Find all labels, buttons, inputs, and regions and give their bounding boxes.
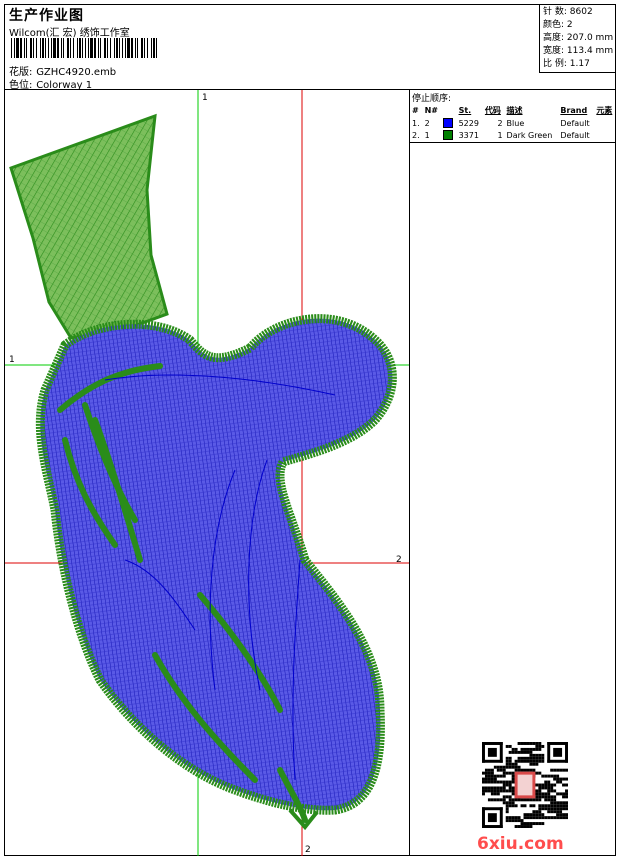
qr-code-icon xyxy=(482,742,568,828)
color-chip-blue xyxy=(443,118,454,128)
col-header-stitches: St. xyxy=(458,106,472,115)
table-row: 1. 2 5229 2 Blue Default xyxy=(410,117,616,129)
studio-subtitle: Wilcom(汇 宏) 绣饰工作室 xyxy=(9,28,130,39)
row-stitches: 5229 xyxy=(458,118,479,128)
panel-divider xyxy=(410,142,616,143)
col-header-n: N# xyxy=(424,106,438,115)
page-title: 生产作业图 xyxy=(9,8,84,24)
row-brand: Default xyxy=(560,118,590,128)
col-header-brand: Brand xyxy=(560,106,588,115)
stats-box: 针 数: 8602 颜色: 2 高度: 207.0 mm 宽度: 113.4 m… xyxy=(539,5,615,73)
col-header-num: # xyxy=(412,106,419,115)
color-chip-cell xyxy=(441,129,456,141)
row-num: 1. xyxy=(412,118,420,128)
row-element xyxy=(594,129,616,141)
embroidery-preview: 1 1 2 2 xyxy=(5,90,409,856)
header-block: 生产作业图 Wilcom(汇 宏) 绣饰工作室 花版: GZHC4920.emb… xyxy=(5,5,615,91)
stat-scale: 比 例: 1.17 xyxy=(543,59,590,69)
row-desc: Blue xyxy=(506,118,525,128)
row-brand: Default xyxy=(560,130,590,140)
stat-height: 高度: 207.0 mm xyxy=(543,33,614,43)
row-stitches: 3371 xyxy=(458,130,479,140)
guide-label-v2: 2 xyxy=(305,845,311,855)
col-header-color xyxy=(441,104,456,117)
guide-label-h2: 2 xyxy=(396,555,402,565)
table-header-row: # N# St. 代码 描述 Brand 元素 xyxy=(410,104,616,117)
stat-colors: 颜色: 2 xyxy=(543,20,573,30)
row-desc: Dark Green xyxy=(506,130,553,140)
stat-stitches: 针 数: 8602 xyxy=(543,7,593,17)
colorway-label: 色位: xyxy=(9,80,33,91)
row-n: 1 xyxy=(424,130,430,140)
row-num: 2. xyxy=(412,130,420,140)
table-row: 2. 1 3371 1 Dark Green Default xyxy=(410,129,616,141)
color-chip-green xyxy=(443,130,454,140)
col-header-desc: 描述 xyxy=(506,106,523,115)
col-header-element: 元素 xyxy=(596,106,613,115)
stat-width: 宽度: 113.4 mm xyxy=(543,46,614,56)
row-code: 2 xyxy=(497,118,503,128)
stem-shape xyxy=(9,113,169,340)
design-canvas: 1 1 2 2 xyxy=(5,90,410,856)
color-chip-cell xyxy=(441,117,456,129)
guide-label-v1: 1 xyxy=(202,93,208,103)
col-header-code: 代码 xyxy=(484,106,501,115)
row-code: 1 xyxy=(497,130,503,140)
row-element xyxy=(594,117,616,129)
guide-label-h1: 1 xyxy=(9,355,15,365)
row-n: 2 xyxy=(424,118,430,128)
barcode xyxy=(11,38,157,58)
colorway-row: 色位: Colorway 1 xyxy=(9,76,92,91)
watermark-logo: 6xiu.com xyxy=(477,834,564,854)
stop-sequence-title: 停止顺序: xyxy=(412,94,452,104)
stop-sequence-table: # N# St. 代码 描述 Brand 元素 1. 2 5229 2 Blue… xyxy=(410,104,616,141)
production-worksheet: 生产作业图 Wilcom(汇 宏) 绣饰工作室 花版: GZHC4920.emb… xyxy=(4,4,616,856)
stop-sequence-panel: 停止顺序: # N# St. 代码 描述 Brand 元素 1. 2 5229 … xyxy=(410,90,616,856)
